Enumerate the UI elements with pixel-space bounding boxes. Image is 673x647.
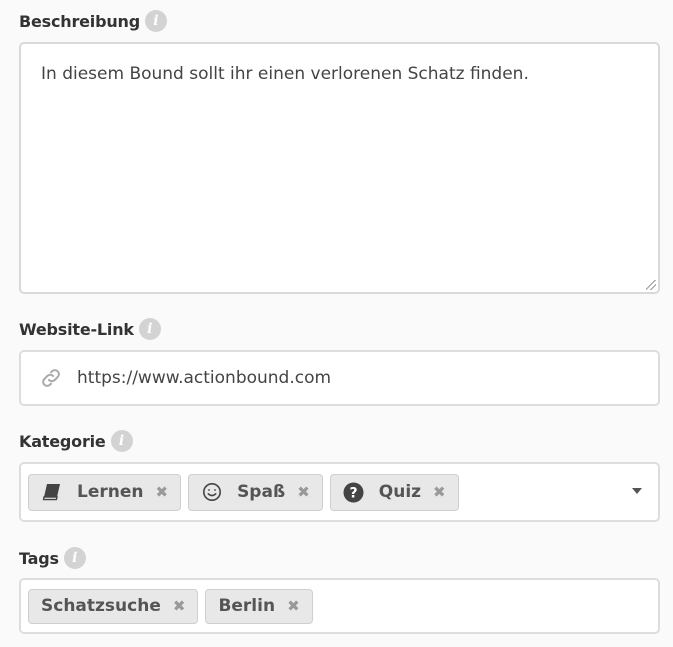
smiley-icon: [201, 481, 223, 503]
info-icon[interactable]: i: [144, 10, 167, 32]
svg-text:?: ?: [350, 485, 358, 501]
tags-input[interactable]: Schatzsuche ✖ Berlin ✖: [19, 578, 660, 634]
description-label: Beschreibung: [19, 11, 140, 31]
category-chip-quiz: ? Quiz ✖: [329, 473, 459, 511]
remove-chip-button[interactable]: ✖: [155, 483, 168, 501]
category-chip-lernen: Lernen ✖: [28, 473, 182, 511]
tags-label-row: Tags i: [19, 546, 86, 570]
tags-label: Tags: [19, 548, 59, 568]
category-chip-spass: Spaß ✖: [188, 473, 323, 511]
description-value: In diesem Bound sollt ihr einen verloren…: [41, 64, 529, 84]
chip-label: Schatzsuche: [41, 596, 161, 616]
tag-chip-berlin: Berlin ✖: [205, 588, 313, 624]
tag-chip-schatzsuche: Schatzsuche ✖: [28, 588, 199, 624]
remove-chip-button[interactable]: ✖: [287, 597, 300, 615]
website-input[interactable]: https://www.actionbound.com: [19, 350, 660, 406]
remove-chip-button[interactable]: ✖: [433, 483, 446, 501]
book-icon: [41, 481, 63, 503]
description-textarea[interactable]: In diesem Bound sollt ihr einen verloren…: [19, 42, 660, 294]
link-icon: [42, 369, 60, 387]
description-label-row: Beschreibung i: [19, 9, 167, 33]
category-label-row: Kategorie i: [19, 429, 133, 453]
chip-label: Berlin: [218, 596, 276, 616]
chip-label: Quiz: [378, 482, 422, 502]
resize-handle[interactable]: [646, 280, 656, 290]
question-circle-icon: ?: [343, 481, 365, 503]
dropdown-caret-icon[interactable]: [632, 488, 642, 494]
category-select[interactable]: Lernen ✖ Spaß ✖ ? Quiz ✖: [19, 462, 660, 522]
remove-chip-button[interactable]: ✖: [297, 483, 310, 501]
info-icon[interactable]: i: [63, 547, 86, 569]
website-label-row: Website-Link i: [19, 317, 161, 341]
chip-label: Lernen: [77, 482, 144, 502]
chip-label: Spaß: [237, 482, 286, 502]
bound-settings-form: Beschreibung i In diesem Bound sollt ihr…: [0, 0, 673, 647]
website-value: https://www.actionbound.com: [77, 368, 332, 388]
info-icon[interactable]: i: [138, 318, 161, 340]
category-label: Kategorie: [19, 431, 106, 451]
remove-chip-button[interactable]: ✖: [173, 597, 186, 615]
website-label: Website-Link: [19, 319, 134, 339]
info-icon[interactable]: i: [110, 430, 133, 452]
